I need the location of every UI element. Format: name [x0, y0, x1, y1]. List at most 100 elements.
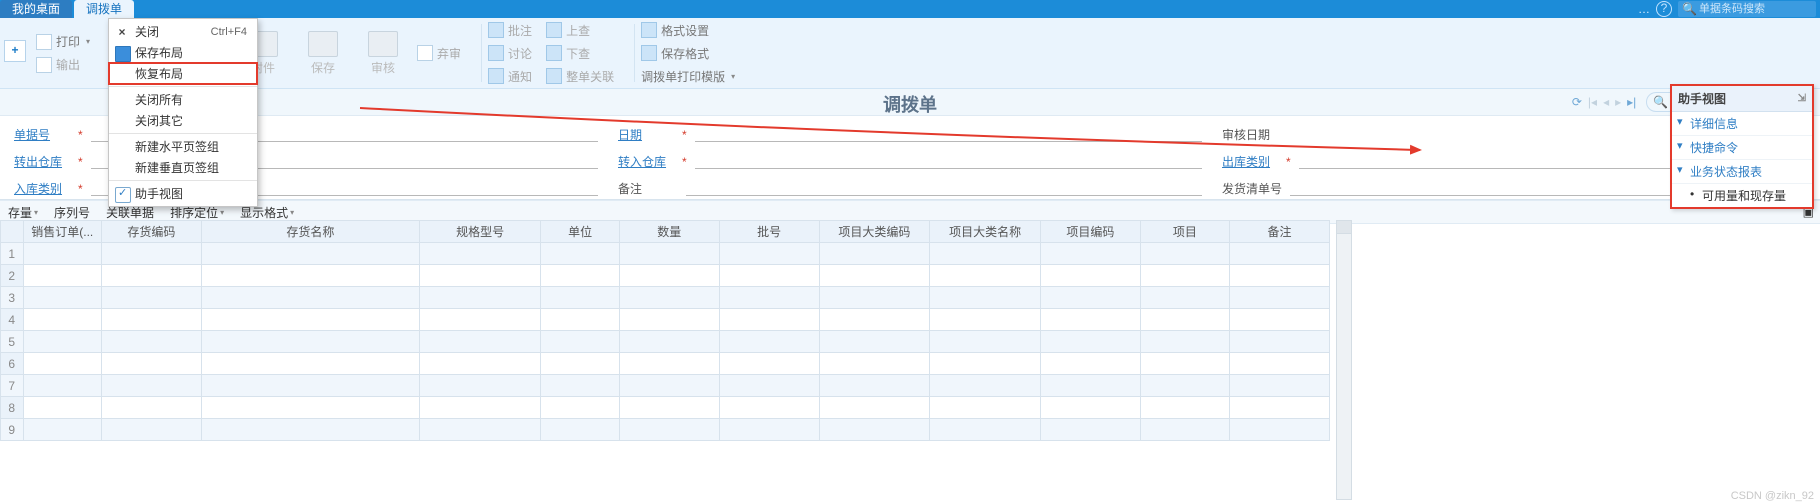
menu-label: 关闭 — [135, 23, 159, 40]
annotate-icon — [488, 22, 504, 38]
table-row[interactable]: 7 — [1, 375, 1330, 397]
print-button[interactable]: 打印▾ — [36, 33, 90, 50]
first-icon[interactable]: |◂ — [1586, 95, 1599, 109]
notify-icon — [488, 68, 504, 84]
search-icon: 🔍 — [1682, 2, 1697, 16]
table-row[interactable]: 9 — [1, 419, 1330, 441]
col-header[interactable]: 项目大类名称 — [930, 221, 1041, 243]
review-button[interactable]: 审核 — [357, 18, 409, 88]
table-row[interactable]: 6 — [1, 353, 1330, 375]
col-header[interactable]: 存货编码 — [101, 221, 201, 243]
tab-desktop[interactable]: 我的桌面 — [0, 0, 72, 18]
table-row[interactable]: 2 — [1, 265, 1330, 287]
label-date: 日期 — [618, 126, 678, 143]
assist-sec-detail[interactable]: 详细信息 — [1672, 112, 1812, 136]
discuss-icon — [488, 45, 504, 61]
col-header[interactable]: 存货名称 — [201, 221, 419, 243]
annotate-button[interactable]: 批注 — [488, 22, 532, 39]
stock-button[interactable]: 存量▾ — [8, 204, 38, 221]
save-button[interactable]: 保存 — [297, 18, 349, 88]
down-icon — [546, 45, 562, 61]
serial-button[interactable]: 序列号 — [54, 204, 90, 221]
data-grid[interactable]: 销售订单(...存货编码存货名称规格型号单位数量批号项目大类编码项目大类名称项目… — [0, 220, 1340, 504]
menu-label: 助手视图 — [135, 185, 183, 202]
assistant-title: 助手视图 — [1678, 90, 1726, 107]
col-header[interactable]: 项目编码 — [1040, 221, 1140, 243]
label-out-wh: 转出仓库 — [14, 153, 74, 170]
col-header[interactable]: 批号 — [719, 221, 819, 243]
menu-label: 关闭所有 — [135, 91, 183, 108]
discuss-button[interactable]: 讨论 — [488, 45, 532, 62]
table-row[interactable]: 3 — [1, 287, 1330, 309]
menu-label: 保存布局 — [135, 44, 183, 61]
menu-close[interactable]: ×关闭Ctrl+F4 — [109, 21, 257, 42]
print-template-button[interactable]: 调拨单打印模版▾ — [641, 68, 735, 85]
field-billno[interactable]: 单据号 * — [14, 126, 598, 143]
field-in-type[interactable]: 入库类别 * — [14, 180, 598, 197]
refresh-icon[interactable]: ⟳ — [1570, 95, 1584, 109]
dots-icon[interactable]: … — [1638, 2, 1650, 16]
add-button[interactable]: + — [4, 40, 26, 62]
lookup-up-button[interactable]: 上查 — [546, 22, 614, 39]
table-row[interactable]: 5 — [1, 331, 1330, 353]
col-header[interactable]: 项目大类编码 — [819, 221, 930, 243]
col-header[interactable]: 项目 — [1140, 221, 1229, 243]
notify-button[interactable]: 通知 — [488, 68, 532, 85]
table-row[interactable]: 1 — [1, 243, 1330, 265]
next-icon[interactable]: ▸ — [1613, 95, 1623, 109]
ribbon: + 打印▾ 输出 增 放弃 附件 保存 审核 弃审 — [0, 18, 1820, 89]
menu-restore-layout[interactable]: 恢复布局 — [109, 63, 257, 84]
save-format-icon — [641, 45, 657, 61]
menu-close-all[interactable]: 关闭所有 — [109, 89, 257, 110]
relate-all-button[interactable]: 整单关联 — [546, 68, 614, 85]
col-header[interactable]: 销售订单(... — [23, 221, 101, 243]
pin-icon[interactable]: ⇲ — [1798, 93, 1806, 104]
watermark: CSDN @zikn_92 — [1731, 490, 1814, 502]
output-button[interactable]: 输出 — [36, 56, 90, 73]
discard-review-button[interactable]: 弃审 — [417, 45, 461, 62]
menu-label: 新建水平页签组 — [135, 138, 219, 155]
scrollbar[interactable] — [1336, 220, 1352, 500]
menu-label: 恢复布局 — [135, 65, 183, 82]
search-icon: 🔍 — [1653, 95, 1668, 109]
discard-icon — [417, 45, 433, 61]
menu-helper-view[interactable]: 助手视图 — [109, 183, 257, 204]
menu-new-v-tabgrp[interactable]: 新建垂直页签组 — [109, 157, 257, 178]
col-header[interactable]: 规格型号 — [419, 221, 540, 243]
table-row[interactable]: 8 — [1, 397, 1330, 419]
label-in-wh: 转入仓库 — [618, 153, 678, 170]
table-row[interactable]: 4 — [1, 309, 1330, 331]
assist-sec-quick[interactable]: 快捷命令 — [1672, 136, 1812, 160]
field-in-wh[interactable]: 转入仓库 * — [618, 153, 1202, 170]
tab-context-menu[interactable]: ×关闭Ctrl+F4 保存布局恢复布局关闭所有关闭其它新建水平页签组新建垂直页签组… — [108, 18, 258, 207]
menu-label: 新建垂直页签组 — [135, 159, 219, 176]
assist-item-stockqty[interactable]: 可用量和现存量 — [1672, 184, 1812, 207]
form-title: 调拨单 — [0, 91, 1820, 117]
link-icon — [546, 68, 562, 84]
tab-transfer[interactable]: 调拨单 — [74, 0, 134, 18]
top-search-input[interactable] — [1697, 2, 1820, 16]
lookup-down-button[interactable]: 下查 — [546, 45, 614, 62]
menu-new-h-tabgrp[interactable]: 新建水平页签组 — [109, 136, 257, 157]
assist-sec-report[interactable]: 业务状态报表 — [1672, 160, 1812, 184]
menu-save-layout[interactable]: 保存布局 — [109, 42, 257, 63]
field-date[interactable]: 日期 * — [618, 126, 1202, 143]
label-ship-no: 发货清单号 — [1222, 180, 1282, 197]
last-icon[interactable]: ▸| — [1625, 95, 1638, 109]
help-icon[interactable]: ? — [1656, 1, 1672, 17]
label-remark: 备注 — [618, 180, 678, 197]
save-format-button[interactable]: 保存格式 — [641, 45, 735, 62]
top-search[interactable]: 🔍 — [1678, 1, 1816, 17]
col-header[interactable]: 单位 — [541, 221, 619, 243]
printer-icon — [36, 34, 52, 50]
format-settings-button[interactable]: 格式设置 — [641, 22, 735, 39]
prev-icon[interactable]: ◂ — [1601, 95, 1611, 109]
field-remark[interactable]: 备注 — [618, 180, 1202, 197]
field-out-wh[interactable]: 转出仓库 * — [14, 153, 598, 170]
label-audit-date: 审核日期 — [1222, 126, 1282, 143]
col-header[interactable]: 备注 — [1229, 221, 1329, 243]
form-header: 调拨单 ⟳ |◂ ◂ ▸ ▸| 🔍 ☰ 高级 单据号 * 日期 * 审核日期 — [0, 89, 1820, 200]
col-header[interactable]: 数量 — [619, 221, 719, 243]
menu-close-others[interactable]: 关闭其它 — [109, 110, 257, 131]
topbar: 我的桌面 调拨单 … ? 🔍 — [0, 0, 1820, 18]
